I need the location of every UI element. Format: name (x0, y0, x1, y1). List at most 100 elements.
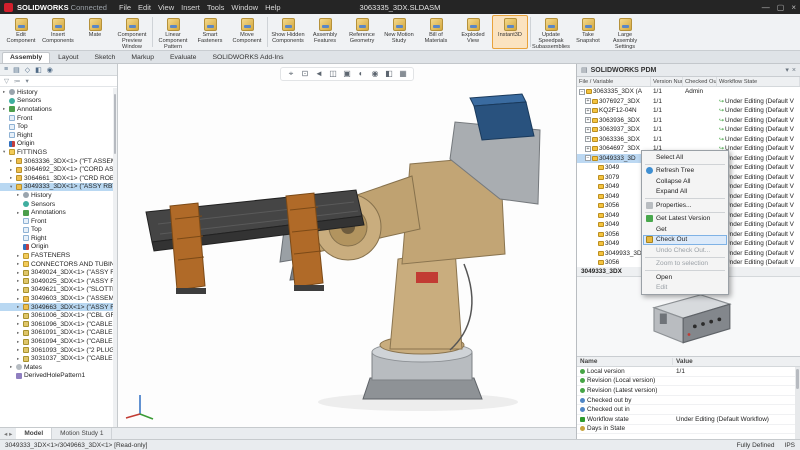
tree-item[interactable]: Origin (0, 140, 117, 149)
properties-scrollbar-thumb[interactable] (796, 369, 799, 389)
tree-item[interactable]: Top (0, 122, 117, 131)
pdm-close-icon[interactable]: × (792, 67, 796, 74)
menu-view[interactable]: View (158, 3, 174, 12)
zoom-area-icon[interactable]: ⊡ (300, 69, 310, 79)
display-style-icon[interactable]: ◐ (356, 69, 366, 79)
tree-item[interactable]: Origin (0, 243, 117, 252)
tree-item[interactable]: ▸3061093_3DX<1> ("2 PLUGGED CABL (0, 346, 117, 355)
ribbon-button-move-component[interactable]: Move Component (229, 15, 265, 49)
menu-item-check-out[interactable]: Check Out (643, 235, 727, 246)
row-expander-icon[interactable]: + (585, 108, 591, 114)
tree-item[interactable]: ▸Annotations (0, 208, 117, 217)
tree-item[interactable]: ▸Annotations (0, 105, 117, 114)
pdm-file-row[interactable]: +3076927_3DX1/1↪Under Editing (Default V (577, 97, 800, 107)
menu-item-undo-check-out[interactable]: Undo Check Out... (643, 245, 727, 256)
menu-tools[interactable]: Tools (207, 3, 225, 12)
model-tab-motion-study-1[interactable]: Motion Study 1 (52, 428, 112, 439)
previous-view-icon[interactable]: ◄ (314, 69, 324, 79)
tree-item[interactable]: ▸Mates (0, 363, 117, 372)
pdm-pin-icon[interactable]: ▾ (785, 66, 789, 74)
tree-item[interactable]: ▸3061094_3DX<1> ("CABLE GROMM (0, 337, 117, 346)
tree-item[interactable]: Sensors (0, 97, 117, 106)
tree-item[interactable]: ▸3061091_3DX<1> ("CABLE GROMM (0, 329, 117, 338)
tree-item[interactable]: ▾FITTINGS (0, 148, 117, 157)
tree-item[interactable]: ▸3049663_3DX<1> ("ASSY RBT EX600 (0, 303, 117, 312)
tree-item[interactable]: ▸3064661_3DX<1> ("CRD ROBOT TOOL C (0, 174, 117, 183)
menu-item-edit[interactable]: Edit (643, 283, 727, 294)
column-header-version-number[interactable]: Version Number (651, 77, 683, 86)
view-orientation-icon[interactable]: ▣ (342, 69, 352, 79)
maximize-button[interactable]: ▢ (777, 3, 785, 12)
ribbon-button-component-preview-window[interactable]: Component Preview Window (114, 15, 150, 49)
ribbon-button-bill-of-materials[interactable]: Bill of Materials (418, 15, 454, 49)
ribbon-button-take-snapshot[interactable]: Take Snapshot (570, 15, 606, 49)
zoom-fit-icon[interactable]: ⌖ (286, 69, 296, 79)
model-tab-scroll-icons[interactable]: ◂ ▸ (0, 430, 16, 438)
ribbon-button-new-motion-study[interactable]: New Motion Study (381, 15, 417, 49)
pdm-file-row[interactable]: +KQ2F12-04N1/1↪Under Editing (Default V (577, 106, 800, 116)
ribbon-button-instant3d[interactable]: Instant3D (492, 15, 528, 49)
column-header-file-variable[interactable]: File / Variable (577, 77, 651, 86)
tab-layout[interactable]: Layout (50, 52, 86, 63)
menu-item-get-latest-version[interactable]: Get Latest Version (643, 214, 727, 225)
menu-item-refresh-tree[interactable]: Refresh Tree (643, 166, 727, 177)
row-expander-icon[interactable]: − (585, 155, 591, 161)
pdm-file-row[interactable]: +3063936_3DX1/1↪Under Editing (Default V (577, 116, 800, 126)
menu-item-open[interactable]: Open (643, 272, 727, 283)
tree-display-icon[interactable]: ≔ (14, 77, 21, 85)
ribbon-button-exploded-view[interactable]: Exploded View (455, 15, 491, 49)
robot-model[interactable] (118, 64, 576, 427)
column-header-checked-out-by[interactable]: Checked Out By (683, 77, 717, 86)
tree-item[interactable]: ▸3049621_3DX<1> ("SLOTTED DIN RA (0, 286, 117, 295)
tree-item[interactable]: ▸3049024_3DX<1> ("ASSY RBT EX (0, 268, 117, 277)
ribbon-button-update-speedpak-subassemblies[interactable]: Update Speedpak Subassemblies (533, 15, 569, 49)
pdm-file-row[interactable]: +3063937_3DX1/1↪Under Editing (Default V (577, 125, 800, 135)
ribbon-button-smart-fasteners[interactable]: Smart Fasteners (192, 15, 228, 49)
ribbon-button-assembly-features[interactable]: Assembly Features (307, 15, 343, 49)
ribbon-button-insert-components[interactable]: Insert Components (40, 15, 76, 49)
row-expander-icon[interactable]: + (585, 136, 591, 142)
tree-item[interactable]: ▸FASTENERS (0, 251, 117, 260)
tree-item[interactable]: ▸3061096_3DX<1> ("CABLE GROMM (0, 320, 117, 329)
hide-show-items-icon[interactable]: ◉ (370, 69, 380, 79)
tab-sketch[interactable]: Sketch (87, 52, 124, 63)
menu-window[interactable]: Window (231, 3, 258, 12)
menu-item-properties[interactable]: Properties... (643, 200, 727, 211)
properties-scrollbar[interactable] (795, 367, 800, 439)
ribbon-button-edit-component[interactable]: Edit Component (3, 15, 39, 49)
menu-item-zoom-to-selection[interactable]: Zoom to selection (643, 259, 727, 270)
section-view-icon[interactable]: ◫ (328, 69, 338, 79)
tree-item[interactable]: ▸3064692_3DX<1> ("CORD ASSEMBLY EQ (0, 165, 117, 174)
tree-item[interactable]: ▸History (0, 88, 117, 97)
tab-evaluate[interactable]: Evaluate (162, 52, 204, 63)
tree-item[interactable]: Right (0, 234, 117, 243)
menu-item-collapse-all[interactable]: Collapse All (643, 176, 727, 187)
tab-markup[interactable]: Markup (123, 52, 162, 63)
row-expander-icon[interactable]: + (585, 146, 591, 152)
tree-item[interactable]: Front (0, 217, 117, 226)
tree-scrollbar[interactable] (113, 88, 117, 427)
menu-item-get[interactable]: Get (643, 224, 727, 235)
displaymanager-icon[interactable]: ◉ (47, 66, 53, 74)
tree-item[interactable]: Top (0, 226, 117, 235)
dimxpert-icon[interactable]: ◧ (35, 66, 42, 74)
tree-item[interactable]: ▸3031037_3DX<1> ("CABLE GROMM (0, 354, 117, 363)
tree-item[interactable]: Front (0, 114, 117, 123)
propertymanager-icon[interactable]: ▤ (13, 66, 20, 74)
filter-icon[interactable]: ▽ (4, 77, 9, 85)
menu-help[interactable]: Help (265, 3, 280, 12)
ribbon-button-show-hidden-components[interactable]: Show Hidden Components (270, 15, 306, 49)
show-flat-tree-icon[interactable]: ▾ (26, 77, 29, 85)
pdm-file-row[interactable]: +3063336_3DX1/1↪Under Editing (Default V (577, 135, 800, 145)
tree-item[interactable]: ▸3063336_3DX<1> ("FT ASSEMBLY EQ (0, 157, 117, 166)
model-tab-model[interactable]: Model (16, 428, 52, 439)
row-expander-icon[interactable]: + (585, 127, 591, 133)
row-expander-icon[interactable]: − (579, 89, 585, 95)
ribbon-button-large-assembly-settings[interactable]: Large Assembly Settings (607, 15, 643, 49)
tree-item[interactable]: Sensors (0, 200, 117, 209)
tree-item[interactable]: ▸3049603_3DX<1> ("ASSEMBLY ROBOT (0, 294, 117, 303)
menu-item-select-all[interactable]: Select All (643, 152, 727, 163)
tree-item[interactable]: Right (0, 131, 117, 140)
menu-edit[interactable]: Edit (138, 3, 151, 12)
menu-item-expand-all[interactable]: Expand All (643, 187, 727, 198)
